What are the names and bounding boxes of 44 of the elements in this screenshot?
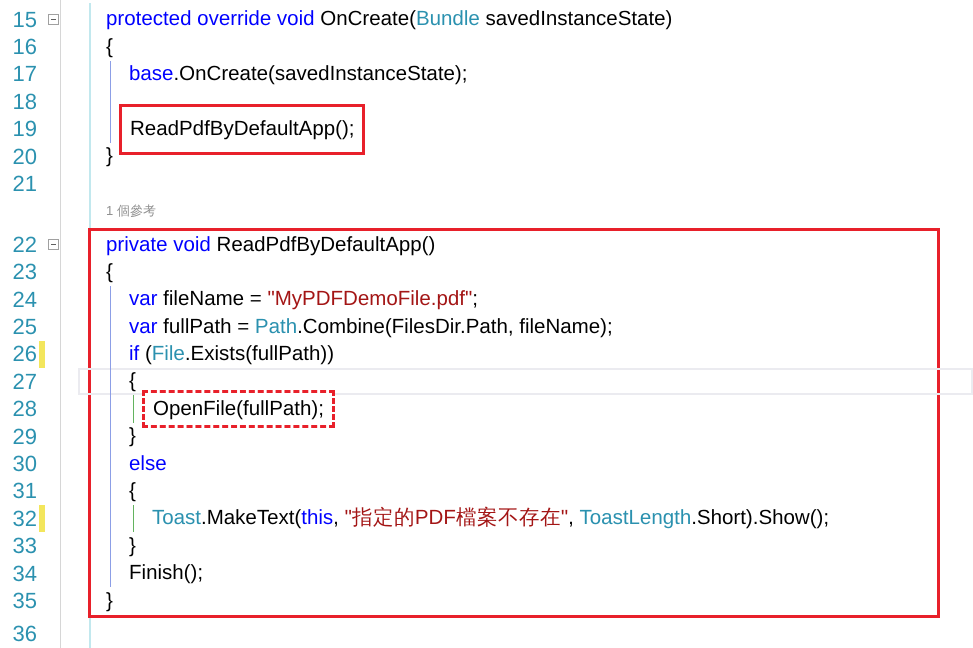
line-number: 24 <box>12 288 37 311</box>
line-number: 31 <box>12 480 37 502</box>
code-line: } <box>129 534 136 558</box>
collapse-icon[interactable] <box>48 239 59 250</box>
code-line: Toast.MakeText(this, "指定的PDF檔案不存在", ToastLength.Short).Show(); <box>152 506 830 532</box>
line-number: 36 <box>12 623 37 646</box>
line-number: 16 <box>12 36 37 58</box>
code-line: private void ReadPdfByDefaultApp() <box>106 232 436 258</box>
line-number: 23 <box>12 261 37 284</box>
code-line: { <box>129 369 136 394</box>
line-number: 15 <box>12 8 37 31</box>
line-number: 19 <box>12 118 37 140</box>
code-line: if (File.Exists(fullPath)) <box>129 342 334 367</box>
code-line: OpenFile(fullPath); <box>153 396 324 420</box>
line-number: 26 <box>12 343 37 366</box>
line-number: 34 <box>12 562 37 584</box>
line-number: 27 <box>12 370 37 393</box>
line-number: 35 <box>12 590 37 612</box>
code-line: { <box>129 479 136 504</box>
code-line: { <box>106 260 113 284</box>
code-line: { <box>106 34 113 60</box>
line-number: 30 <box>12 452 37 475</box>
line-number: 32 <box>12 508 37 530</box>
code-line: protected override void OnCreate(Bundle savedInstanceState) <box>106 7 672 32</box>
line-number: 25 <box>12 316 37 338</box>
code-line: base.OnCreate(savedInstanceState); <box>129 62 468 87</box>
code-line: } <box>129 424 136 449</box>
code-line: } <box>106 144 113 169</box>
code-line: } <box>106 588 113 614</box>
reference-count-link[interactable]: 1 個參考 <box>106 202 156 220</box>
line-number: 21 <box>12 173 37 196</box>
line-number: 17 <box>12 63 37 86</box>
line-number: 33 <box>12 535 37 558</box>
line-number: 20 <box>12 146 37 168</box>
code-line: var fullPath = Path.Combine(FilesDir.Path, fileName); <box>129 314 613 340</box>
code-line: else <box>129 452 167 476</box>
collapse-icon[interactable] <box>48 14 59 26</box>
line-number: 22 <box>12 234 37 256</box>
code-line: ReadPdfByDefaultApp(); <box>130 116 354 140</box>
line-number: 18 <box>12 90 37 113</box>
line-number: 28 <box>12 398 37 420</box>
code-line: var fileName = "MyPDFDemoFile.pdf"; <box>129 287 478 312</box>
line-number: 29 <box>12 426 37 448</box>
code-line: Finish(); <box>129 561 204 586</box>
